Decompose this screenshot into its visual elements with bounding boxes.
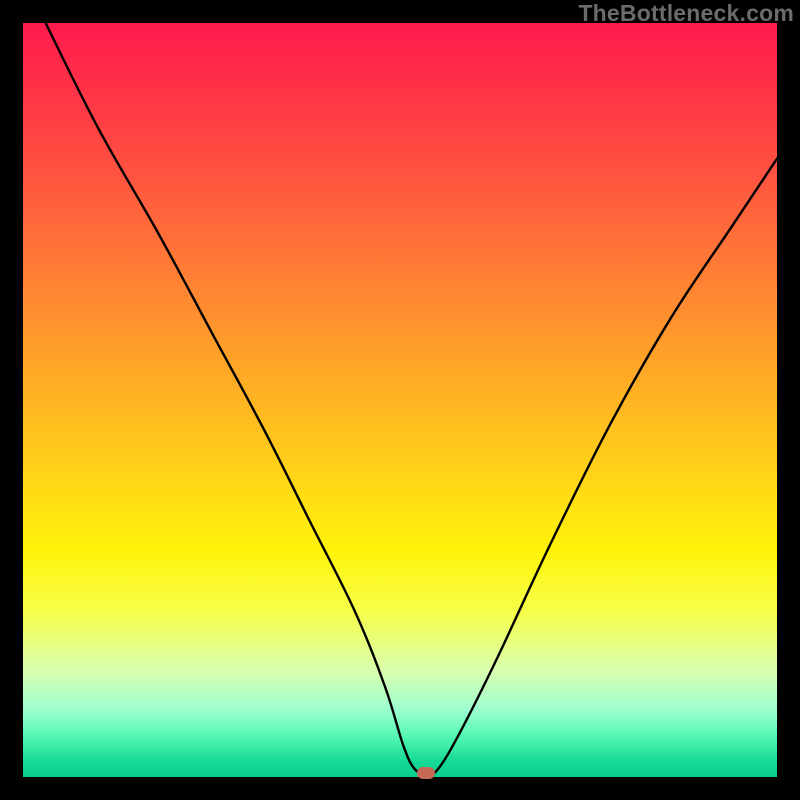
- bottleneck-curve: [46, 23, 777, 774]
- plot-area: [23, 23, 777, 777]
- minimum-marker: [417, 767, 435, 779]
- watermark-text: TheBottleneck.com: [578, 0, 794, 27]
- chart-stage: TheBottleneck.com: [0, 0, 800, 800]
- curve-svg: [23, 23, 777, 777]
